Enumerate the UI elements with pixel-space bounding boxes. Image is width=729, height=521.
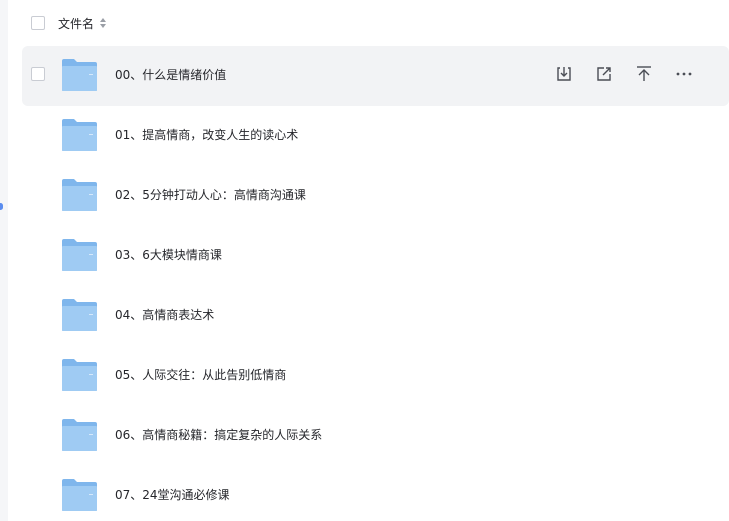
file-name[interactable]: 03、6大模块情商课 [115, 246, 222, 264]
column-header-filename[interactable]: 文件名 [58, 15, 94, 33]
download-icon[interactable] [554, 64, 574, 84]
list-header: 文件名 [22, 0, 729, 46]
folder-icon [62, 419, 97, 451]
row-checkbox[interactable] [31, 67, 45, 81]
file-name[interactable]: 05、人际交往：从此告别低情商 [115, 366, 286, 384]
more-icon[interactable] [674, 64, 694, 84]
file-list-page: 文件名 00、什么是情绪价值 01、提高情商，改变人生的读心术 02、5分钟打动… [0, 0, 729, 521]
list-item[interactable]: 07、24堂沟通必修课 [22, 466, 729, 521]
file-name[interactable]: 04、高情商表达术 [115, 306, 214, 324]
list-item[interactable]: 02、5分钟打动人心：高情商沟通课 [22, 166, 729, 226]
sort-icon[interactable] [99, 17, 107, 29]
file-name[interactable]: 02、5分钟打动人心：高情商沟通课 [115, 186, 306, 204]
move-to-top-icon[interactable] [634, 64, 654, 84]
file-name[interactable]: 06、高情商秘籍：搞定复杂的人际关系 [115, 426, 322, 444]
folder-icon [62, 359, 97, 391]
list-item[interactable]: 05、人际交往：从此告别低情商 [22, 346, 729, 406]
list-item[interactable]: 01、提高情商，改变人生的读心术 [22, 106, 729, 166]
file-list: 00、什么是情绪价值 01、提高情商，改变人生的读心术 02、5分钟打动人心：高… [22, 46, 729, 521]
folder-icon [62, 299, 97, 331]
folder-icon [62, 479, 97, 511]
share-icon[interactable] [594, 64, 614, 84]
folder-icon [62, 59, 97, 91]
file-name[interactable]: 07、24堂沟通必修课 [115, 486, 230, 504]
left-panel-edge [0, 0, 8, 521]
select-all-checkbox[interactable] [31, 16, 45, 30]
folder-icon [62, 239, 97, 271]
list-item[interactable]: 04、高情商表达术 [22, 286, 729, 346]
list-item[interactable]: 03、6大模块情商课 [22, 226, 729, 286]
file-name[interactable]: 00、什么是情绪价值 [115, 66, 226, 84]
list-item[interactable]: 00、什么是情绪价值 [22, 46, 729, 106]
folder-icon [62, 119, 97, 151]
folder-icon [62, 179, 97, 211]
file-name[interactable]: 01、提高情商，改变人生的读心术 [115, 126, 298, 144]
list-item[interactable]: 06、高情商秘籍：搞定复杂的人际关系 [22, 406, 729, 466]
